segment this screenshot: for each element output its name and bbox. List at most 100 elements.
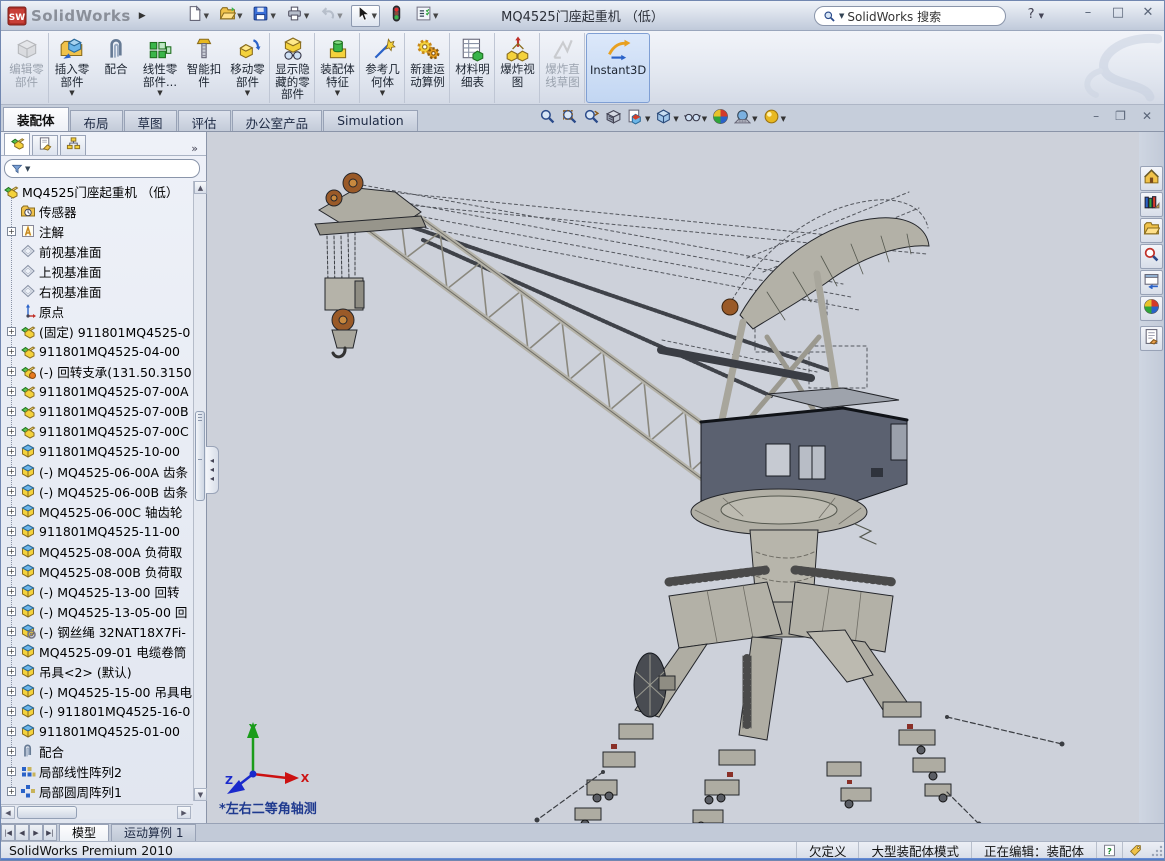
tree-item[interactable]: +(-) MQ4525-15-00 吊具电 (1, 681, 193, 701)
tree-item[interactable]: +(-) 911801MQ4525-16-0 (1, 701, 193, 721)
dropdown-caret[interactable]: ▼ (270, 12, 275, 20)
dropdown-caret[interactable]: ▼ (673, 115, 678, 123)
open-button[interactable]: ▼ (217, 5, 244, 27)
undo-button[interactable]: ▼ (317, 5, 344, 27)
dropdown-caret[interactable]: ▼ (204, 12, 209, 20)
tree-item[interactable]: +局部圆周阵列1 (1, 781, 193, 801)
explode-sketch-button[interactable]: 爆炸直线草图 (541, 33, 585, 103)
crane-model[interactable] (207, 132, 1141, 823)
tab-草图[interactable]: 草图 (124, 110, 177, 131)
smart-fastener-button[interactable]: 智能扣件 (182, 33, 226, 103)
tab-Simulation[interactable]: Simulation (323, 110, 418, 131)
configurationmanager-tab[interactable] (60, 135, 86, 155)
dropdown-caret[interactable]: ▼ (702, 115, 707, 123)
tree-filter-box[interactable]: ▼ (4, 159, 200, 178)
dropdown-caret[interactable]: ▼ (645, 115, 650, 123)
minimize-button[interactable]: – (1080, 5, 1096, 20)
previous-view-button[interactable] (583, 108, 600, 129)
tree-item[interactable]: +911801MQ4525-07-00C (1, 421, 193, 441)
zoom-area-button[interactable] (561, 108, 578, 129)
scroll-right-arrow[interactable]: ▶ (177, 806, 191, 819)
assembly-feature-button[interactable]: 装配体特征▼ (316, 33, 360, 103)
tree-item[interactable]: +911801MQ4525-04-00 (1, 341, 193, 361)
expand-toggle[interactable]: + (7, 387, 16, 396)
tree-item[interactable]: +(-) MQ4525-13-00 回转 (1, 581, 193, 601)
dropdown-caret[interactable]: ▼ (69, 89, 74, 97)
select-cursor-button[interactable]: ▼ (351, 5, 380, 27)
menu-expand-arrow[interactable]: ▶ (139, 11, 146, 21)
search-box[interactable]: ▼ SolidWorks 搜索 (814, 6, 1006, 26)
doc-minimize-button[interactable]: – (1093, 109, 1099, 123)
rebuild-light-button[interactable] (386, 5, 407, 27)
exploded-view-button[interactable]: 爆炸视图 (496, 33, 540, 103)
expand-toggle[interactable]: + (7, 747, 16, 756)
mate-button[interactable]: 配合 (94, 33, 138, 103)
zoom-fit-button[interactable] (539, 108, 556, 129)
custom-properties-button[interactable] (1140, 326, 1163, 351)
expand-toggle[interactable]: + (7, 627, 16, 636)
doc-close-button[interactable]: ✕ (1142, 109, 1152, 123)
featuremanager-tab[interactable] (4, 133, 30, 155)
reference-geometry-button[interactable]: 参考几何体▼ (361, 33, 405, 103)
doc-tab-模型[interactable]: 模型 (59, 824, 109, 841)
hscroll-thumb[interactable] (17, 806, 77, 819)
expand-toggle[interactable]: + (7, 467, 16, 476)
tree-item[interactable]: MQ4525门座起重机 （低） (1, 181, 193, 201)
motion-study-button[interactable]: 新建运动算例 (406, 33, 450, 103)
help-button[interactable]: ? ▼ (1028, 7, 1044, 22)
options-list-button[interactable]: ▼ (413, 5, 440, 27)
expand-toggle[interactable]: + (7, 547, 16, 556)
tab-装配体[interactable]: 装配体 (3, 107, 69, 131)
expand-toggle[interactable]: + (7, 607, 16, 616)
help-doc-icon[interactable]: ? (1096, 842, 1122, 858)
dropdown-caret[interactable]: ▼ (237, 12, 242, 20)
expand-toggle[interactable]: + (7, 347, 16, 356)
design-library-button[interactable] (1140, 192, 1163, 217)
dropdown-caret[interactable]: ▼ (781, 115, 786, 123)
expand-toggle[interactable]: + (7, 327, 16, 336)
tag-icon[interactable] (1122, 842, 1148, 858)
hide-show-items-button[interactable]: ▼ (684, 108, 707, 129)
dropdown-caret[interactable]: ▼ (372, 12, 377, 20)
dropdown-caret[interactable]: ▼ (752, 115, 757, 123)
apply-scene-button[interactable]: ▼ (734, 108, 757, 129)
expand-toggle[interactable]: + (7, 647, 16, 656)
expand-toggle[interactable]: + (7, 507, 16, 516)
tree-item[interactable]: 右视基准面 (1, 281, 193, 301)
tree-item[interactable]: +(-) 回转支承(131.50.3150 (1, 361, 193, 381)
linear-pattern-button[interactable]: 线性零部件...▼ (138, 33, 182, 103)
tree-item[interactable]: +MQ4525-06-00C 轴齿轮 (1, 501, 193, 521)
graphics-viewport[interactable]: Y X Z *左右二等角轴测 (207, 132, 1141, 823)
panel-collapse-handle[interactable]: ◂◂◂ (206, 446, 219, 494)
filter-caret[interactable]: ▼ (25, 165, 30, 173)
expand-toggle[interactable]: + (7, 527, 16, 536)
dropdown-caret[interactable]: ▼ (337, 12, 342, 20)
expand-toggle[interactable]: + (7, 587, 16, 596)
tab-办公室产品[interactable]: 办公室产品 (232, 110, 323, 131)
tab-nav-button[interactable]: ◀ (15, 824, 29, 841)
tree-item[interactable]: +911801MQ4525-07-00B (1, 401, 193, 421)
tree-item[interactable]: +(-) 钢丝绳 32NAT18X7Fi- (1, 621, 193, 641)
tree-item[interactable]: +MQ4525-09-01 电缆卷筒 (1, 641, 193, 661)
tree-item[interactable]: +911801MQ4525-11-00 (1, 521, 193, 541)
dropdown-caret[interactable]: ▼ (304, 12, 309, 20)
view-orientation-button[interactable]: ▼ (627, 108, 650, 129)
dropdown-caret[interactable]: ▼ (433, 12, 438, 20)
tree-item[interactable]: +吊具<2> (默认) (1, 661, 193, 681)
tree-item[interactable]: +911801MQ4525-10-00 (1, 441, 193, 461)
expand-toggle[interactable]: + (7, 787, 16, 796)
insert-component-button[interactable]: 插入零部件▼ (50, 33, 94, 103)
expand-toggle[interactable]: + (7, 767, 16, 776)
instant3d-button[interactable]: Instant3D (586, 33, 650, 103)
expand-toggle[interactable]: + (7, 727, 16, 736)
expand-toggle[interactable]: + (7, 407, 16, 416)
save-button[interactable]: ▼ (250, 5, 277, 27)
tab-nav-button[interactable]: ▶ (29, 824, 43, 841)
tree-item[interactable]: +MQ4525-08-00B 负荷取 (1, 561, 193, 581)
tree-item[interactable]: 原点 (1, 301, 193, 321)
tab-评估[interactable]: 评估 (178, 110, 231, 131)
edit-appearance-button[interactable] (712, 108, 729, 129)
scroll-left-arrow[interactable]: ◀ (1, 806, 15, 819)
dropdown-caret[interactable]: ▼ (335, 89, 340, 97)
dropdown-caret[interactable]: ▼ (157, 89, 162, 97)
